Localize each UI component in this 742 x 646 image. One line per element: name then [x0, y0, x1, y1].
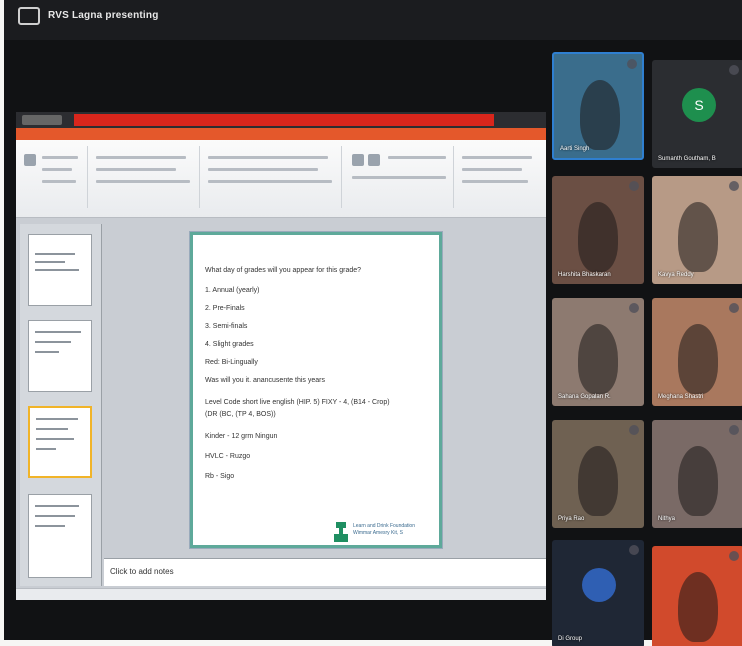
mic-muted-icon: [729, 65, 739, 75]
slide-text-line: Red: Bi-Lingually: [205, 359, 258, 366]
participant-name: Aarti Singh: [560, 146, 590, 152]
present-screen-icon: [18, 7, 40, 25]
participant-tile[interactable]: [652, 546, 742, 646]
participant-video: [678, 324, 718, 394]
paste-icon[interactable]: [24, 154, 36, 166]
slide-text-line: What day of grades will you appear for t…: [205, 267, 362, 274]
slide-thumbnail[interactable]: [28, 494, 92, 578]
participant-video: [578, 446, 618, 516]
meeting-header: RVS Lagna presenting: [4, 0, 742, 40]
app-badge: [22, 115, 62, 125]
ppt-status-bar: [16, 588, 546, 600]
participant-name: Harshita Bhaskaran: [558, 272, 611, 278]
participant-tile[interactable]: Nithya: [652, 420, 742, 528]
mic-muted-icon: [629, 303, 639, 313]
participant-tile[interactable]: Priya Rao: [552, 420, 644, 528]
participant-tile[interactable]: S Sumanth Goutham, B: [652, 60, 742, 168]
ribbon-group-font: [202, 146, 342, 208]
slide-thumbnail-selected[interactable]: [28, 406, 92, 478]
list-icon[interactable]: [368, 154, 380, 166]
participant-tile[interactable]: Harshita Bhaskaran: [552, 176, 644, 284]
mic-muted-icon: [729, 303, 739, 313]
ribbon-group-clipboard: [18, 146, 88, 208]
sharing-banner[interactable]: [74, 114, 494, 126]
slide-text-line: Kinder - 12 grm Ningun: [205, 433, 278, 440]
participant-tile[interactable]: Di Group: [552, 540, 644, 646]
slide-text-line: (DR (BC, (TP 4, BOS)): [205, 411, 276, 418]
slide-text-line: 2. Pre-Finals: [205, 305, 245, 312]
slide-text-line: Level Code short live english (HIP. 5) F…: [205, 399, 390, 406]
foundation-logo-icon: [334, 522, 348, 542]
ppt-titlebar: [16, 112, 546, 128]
participant-avatar: [582, 568, 616, 602]
mic-muted-icon: [629, 545, 639, 555]
presenter-label: RVS Lagna presenting: [48, 10, 159, 21]
participant-video: [678, 202, 718, 272]
participant-tile[interactable]: Aarti Singh: [552, 52, 644, 160]
slide-thumbnail[interactable]: [28, 234, 92, 306]
participant-name: Nithya: [658, 516, 676, 522]
slide-text-line: 4. Slight grades: [205, 341, 254, 348]
slide-editor: What day of grades will you appear for t…: [104, 224, 542, 552]
mic-muted-icon: [729, 181, 739, 191]
slide-text-line: 1. Annual (yearly): [205, 287, 260, 294]
mic-muted-icon: [729, 551, 739, 561]
slide-thumbnails: [20, 224, 102, 586]
meeting-window: RVS Lagna presenting What day of grades …: [4, 0, 742, 646]
shared-screen: What day of grades will you appear for t…: [16, 112, 546, 600]
participant-video: [578, 324, 618, 394]
align-icon[interactable]: [352, 154, 364, 166]
slide-text-line: HVLC - Ruzgo: [205, 453, 251, 460]
current-slide[interactable]: What day of grades will you appear for t…: [190, 232, 442, 548]
participant-tile[interactable]: Kavya Reddy: [652, 176, 742, 284]
notes-pane[interactable]: Click to add notes: [104, 558, 546, 586]
participant-video: [578, 202, 618, 272]
slide-text-line: 3. Semi-finals: [205, 323, 248, 330]
participant-name: Priya Rao: [558, 516, 585, 522]
participant-name: Kavya Reddy: [658, 272, 694, 278]
participant-tile[interactable]: Sahana Gopalan R.: [552, 298, 644, 406]
mic-muted-icon: [629, 181, 639, 191]
logo-caption: Learn and Drink Foundation Wimmar Amesry…: [353, 523, 415, 536]
participant-name: Meghana Shastri: [658, 394, 704, 400]
mic-muted-icon: [729, 425, 739, 435]
participant-video: [580, 80, 620, 150]
ribbon-tabs: [16, 128, 546, 140]
participant-avatar: S: [682, 88, 716, 122]
slide-text-line: Was will you it. anancusente this years: [205, 377, 325, 384]
notes-placeholder: Click to add notes: [110, 567, 174, 576]
participant-name: Sahana Gopalan R.: [558, 394, 611, 400]
participant-name: Di Group: [558, 636, 583, 642]
ribbon-group-editing: [456, 146, 544, 208]
mic-muted-icon: [627, 59, 637, 69]
participant-tile[interactable]: Meghana Shastri: [652, 298, 742, 406]
participant-video: [678, 572, 718, 642]
slide-text-line: Rb - Sigo: [205, 473, 235, 480]
ppt-ribbon: [16, 140, 546, 218]
mic-muted-icon: [629, 425, 639, 435]
slide-thumbnail[interactable]: [28, 320, 92, 392]
ribbon-group-slides: [90, 146, 200, 208]
participant-video: [678, 446, 718, 516]
participant-name: Sumanth Goutham, B: [658, 156, 716, 162]
ribbon-group-paragraph: [344, 146, 454, 208]
